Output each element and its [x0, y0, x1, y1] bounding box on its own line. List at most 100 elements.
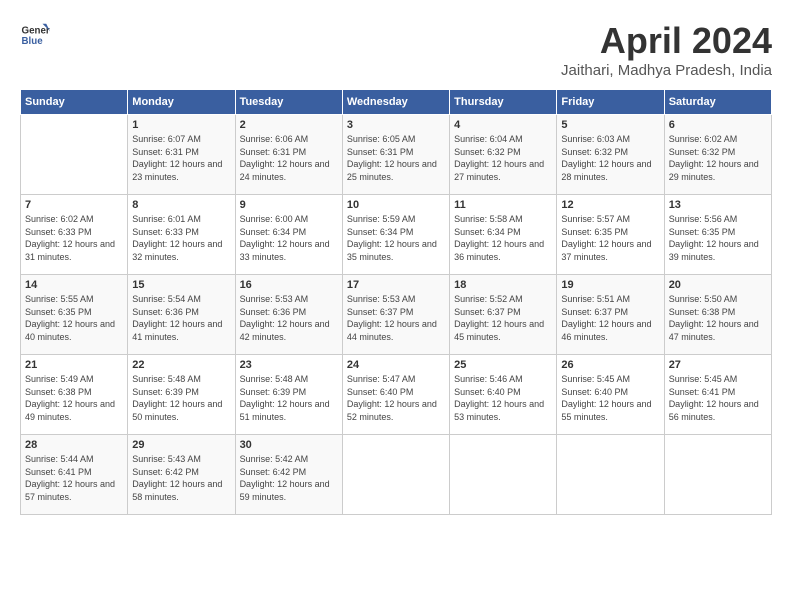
day-info: Sunrise: 6:00 AMSunset: 6:34 PMDaylight:… [240, 213, 338, 263]
svg-text:Blue: Blue [22, 36, 44, 47]
calendar-week-row: 1Sunrise: 6:07 AMSunset: 6:31 PMDaylight… [21, 115, 772, 195]
day-number: 27 [669, 359, 767, 371]
calendar-cell: 24 Sunrise: 5:47 AMSunset: 6:40 PMDayligh… [342, 355, 449, 435]
month-year-title: April 2024 [561, 20, 772, 62]
calendar-cell [342, 435, 449, 515]
day-info: Sunrise: 5:57 AMSunset: 6:35 PMDaylight:… [561, 213, 659, 263]
day-info: Sunrise: 5:45 AMSunset: 6:40 PMDaylight:… [561, 373, 659, 423]
day-info: Sunrise: 6:06 AMSunset: 6:31 PMDaylight:… [240, 133, 338, 183]
calendar-cell: 9 Sunrise: 6:00 AMSunset: 6:34 PMDaylight… [235, 195, 342, 275]
calendar-cell: 30 Sunrise: 5:42 AMSunset: 6:42 PMDayligh… [235, 435, 342, 515]
calendar-cell: 23 Sunrise: 5:48 AMSunset: 6:39 PMDayligh… [235, 355, 342, 435]
calendar-cell: 7 Sunrise: 6:02 AMSunset: 6:33 PMDaylight… [21, 195, 128, 275]
day-info: Sunrise: 5:56 AMSunset: 6:35 PMDaylight:… [669, 213, 767, 263]
page-header: General Blue April 2024 Jaithari, Madhya… [20, 20, 772, 79]
calendar-cell: 21Sunrise: 5:49 AMSunset: 6:38 PMDayligh… [21, 355, 128, 435]
day-info: Sunrise: 5:44 AMSunset: 6:41 PMDaylight:… [25, 453, 123, 503]
day-info: Sunrise: 6:01 AMSunset: 6:33 PMDaylight:… [132, 213, 230, 263]
day-number: 8 [132, 199, 230, 211]
day-number: 13 [669, 199, 767, 211]
day-info: Sunrise: 6:04 AMSunset: 6:32 PMDaylight:… [454, 133, 552, 183]
calendar-cell: 26 Sunrise: 5:45 AMSunset: 6:40 PMDayligh… [557, 355, 664, 435]
day-info: Sunrise: 5:45 AMSunset: 6:41 PMDaylight:… [669, 373, 767, 423]
svg-text:General: General [22, 26, 51, 37]
calendar-week-row: 21Sunrise: 5:49 AMSunset: 6:38 PMDayligh… [21, 355, 772, 435]
weekday-header-thursday: Thursday [450, 90, 557, 115]
day-number: 20 [669, 279, 767, 291]
calendar-table: SundayMondayTuesdayWednesdayThursdayFrid… [20, 89, 772, 515]
day-number: 28 [25, 439, 123, 451]
day-number: 23 [240, 359, 338, 371]
day-info: Sunrise: 5:59 AMSunset: 6:34 PMDaylight:… [347, 213, 445, 263]
day-number: 25 [454, 359, 552, 371]
calendar-cell: 12 Sunrise: 5:57 AMSunset: 6:35 PMDayligh… [557, 195, 664, 275]
calendar-cell: 19Sunrise: 5:51 AMSunset: 6:37 PMDayligh… [557, 275, 664, 355]
day-number: 1 [132, 119, 230, 131]
calendar-cell: 22 Sunrise: 5:48 AMSunset: 6:39 PMDayligh… [128, 355, 235, 435]
calendar-cell: 29 Sunrise: 5:43 AMSunset: 6:42 PMDayligh… [128, 435, 235, 515]
calendar-cell: 4 Sunrise: 6:04 AMSunset: 6:32 PMDaylight… [450, 115, 557, 195]
day-number: 6 [669, 119, 767, 131]
calendar-cell [664, 435, 771, 515]
calendar-cell: 1Sunrise: 6:07 AMSunset: 6:31 PMDaylight… [128, 115, 235, 195]
weekday-header-sunday: Sunday [21, 90, 128, 115]
weekday-header-friday: Friday [557, 90, 664, 115]
calendar-cell: 18 Sunrise: 5:52 AMSunset: 6:37 PMDayligh… [450, 275, 557, 355]
day-number: 18 [454, 279, 552, 291]
weekday-header-row: SundayMondayTuesdayWednesdayThursdayFrid… [21, 90, 772, 115]
day-info: Sunrise: 5:47 AMSunset: 6:40 PMDaylight:… [347, 373, 445, 423]
calendar-cell: 25 Sunrise: 5:46 AMSunset: 6:40 PMDayligh… [450, 355, 557, 435]
day-number: 24 [347, 359, 445, 371]
day-info: Sunrise: 5:58 AMSunset: 6:34 PMDaylight:… [454, 213, 552, 263]
weekday-header-tuesday: Tuesday [235, 90, 342, 115]
day-number: 26 [561, 359, 659, 371]
weekday-header-wednesday: Wednesday [342, 90, 449, 115]
day-info: Sunrise: 6:03 AMSunset: 6:32 PMDaylight:… [561, 133, 659, 183]
calendar-week-row: 28 Sunrise: 5:44 AMSunset: 6:41 PMDayligh… [21, 435, 772, 515]
day-number: 5 [561, 119, 659, 131]
calendar-cell: 3Sunrise: 6:05 AMSunset: 6:31 PMDaylight… [342, 115, 449, 195]
day-number: 15 [132, 279, 230, 291]
calendar-cell: 16 Sunrise: 5:53 AMSunset: 6:36 PMDayligh… [235, 275, 342, 355]
day-number: 16 [240, 279, 338, 291]
day-number: 29 [132, 439, 230, 451]
day-info: Sunrise: 5:53 AMSunset: 6:36 PMDaylight:… [240, 293, 338, 343]
day-info: Sunrise: 5:53 AMSunset: 6:37 PMDaylight:… [347, 293, 445, 343]
day-number: 7 [25, 199, 123, 211]
calendar-cell: 13 Sunrise: 5:56 AMSunset: 6:35 PMDayligh… [664, 195, 771, 275]
day-info: Sunrise: 5:46 AMSunset: 6:40 PMDaylight:… [454, 373, 552, 423]
day-info: Sunrise: 5:51 AMSunset: 6:37 PMDaylight:… [561, 293, 659, 343]
day-info: Sunrise: 5:48 AMSunset: 6:39 PMDaylight:… [132, 373, 230, 423]
day-info: Sunrise: 6:05 AMSunset: 6:31 PMDaylight:… [347, 133, 445, 183]
day-number: 12 [561, 199, 659, 211]
day-number: 14 [25, 279, 123, 291]
calendar-cell: 6 Sunrise: 6:02 AMSunset: 6:32 PMDaylight… [664, 115, 771, 195]
calendar-cell: 11 Sunrise: 5:58 AMSunset: 6:34 PMDayligh… [450, 195, 557, 275]
logo: General Blue [20, 20, 50, 50]
calendar-cell: 28 Sunrise: 5:44 AMSunset: 6:41 PMDayligh… [21, 435, 128, 515]
day-number: 2 [240, 119, 338, 131]
calendar-cell: 20Sunrise: 5:50 AMSunset: 6:38 PMDayligh… [664, 275, 771, 355]
weekday-header-saturday: Saturday [664, 90, 771, 115]
day-info: Sunrise: 5:42 AMSunset: 6:42 PMDaylight:… [240, 453, 338, 503]
calendar-cell [557, 435, 664, 515]
day-info: Sunrise: 5:52 AMSunset: 6:37 PMDaylight:… [454, 293, 552, 343]
day-number: 17 [347, 279, 445, 291]
title-section: April 2024 Jaithari, Madhya Pradesh, Ind… [561, 20, 772, 79]
calendar-cell [450, 435, 557, 515]
logo-icon: General Blue [20, 20, 50, 50]
calendar-cell: 5 Sunrise: 6:03 AMSunset: 6:32 PMDaylight… [557, 115, 664, 195]
day-number: 11 [454, 199, 552, 211]
calendar-cell: 27 Sunrise: 5:45 AMSunset: 6:41 PMDayligh… [664, 355, 771, 435]
day-info: Sunrise: 6:02 AMSunset: 6:33 PMDaylight:… [25, 213, 123, 263]
day-info: Sunrise: 6:02 AMSunset: 6:32 PMDaylight:… [669, 133, 767, 183]
calendar-cell: 2 Sunrise: 6:06 AMSunset: 6:31 PMDaylight… [235, 115, 342, 195]
day-number: 4 [454, 119, 552, 131]
day-number: 22 [132, 359, 230, 371]
day-info: Sunrise: 5:54 AMSunset: 6:36 PMDaylight:… [132, 293, 230, 343]
day-info: Sunrise: 5:48 AMSunset: 6:39 PMDaylight:… [240, 373, 338, 423]
day-info: Sunrise: 5:43 AMSunset: 6:42 PMDaylight:… [132, 453, 230, 503]
day-number: 9 [240, 199, 338, 211]
calendar-cell: 8 Sunrise: 6:01 AMSunset: 6:33 PMDaylight… [128, 195, 235, 275]
day-number: 30 [240, 439, 338, 451]
